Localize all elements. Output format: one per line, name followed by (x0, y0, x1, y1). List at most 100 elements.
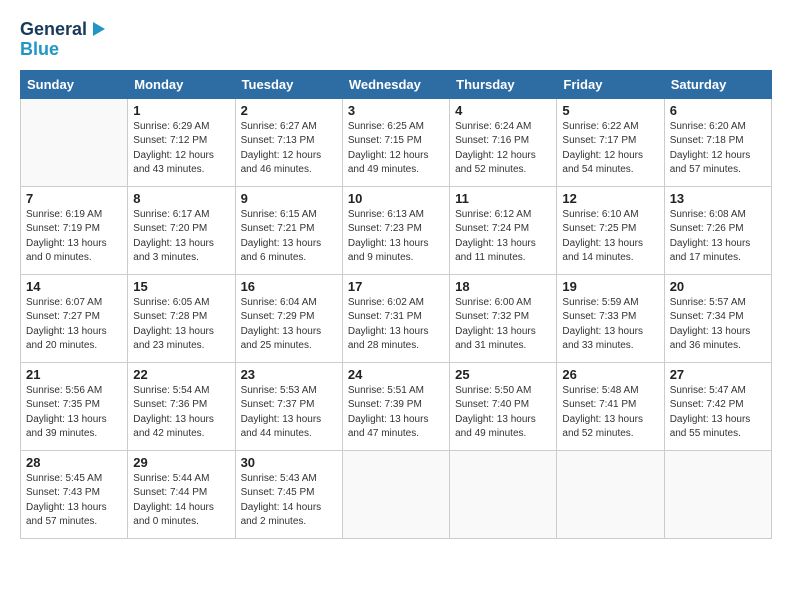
week-row-5: 28Sunrise: 5:45 AMSunset: 7:43 PMDayligh… (21, 450, 772, 538)
day-info: Sunrise: 5:48 AMSunset: 7:41 PMDaylight:… (562, 384, 658, 442)
day-number: 18 (455, 279, 551, 294)
day-info: Sunrise: 6:02 AMSunset: 7:31 PMDaylight:… (348, 296, 444, 354)
day-number: 3 (348, 103, 444, 118)
logo-general: General (20, 20, 87, 40)
page: General Blue SundayMondayTuesdayWednesda… (0, 0, 792, 549)
logo: General Blue (20, 20, 107, 60)
day-info: Sunrise: 6:10 AMSunset: 7:25 PMDaylight:… (562, 208, 658, 266)
day-number: 17 (348, 279, 444, 294)
day-info: Sunrise: 6:13 AMSunset: 7:23 PMDaylight:… (348, 208, 444, 266)
day-info: Sunrise: 5:50 AMSunset: 7:40 PMDaylight:… (455, 384, 551, 442)
calendar-header-friday: Friday (557, 70, 664, 98)
day-number: 30 (241, 455, 337, 470)
logo-blue: Blue (20, 40, 107, 60)
calendar-header-row: SundayMondayTuesdayWednesdayThursdayFrid… (21, 70, 772, 98)
calendar-cell: 5 Sunrise: 6:22 AMSunset: 7:17 PMDaylight… (557, 98, 664, 186)
day-number: 28 (26, 455, 122, 470)
day-info: Sunrise: 5:51 AMSunset: 7:39 PMDaylight:… (348, 384, 444, 442)
day-number: 16 (241, 279, 337, 294)
calendar-cell (664, 450, 771, 538)
day-number: 21 (26, 367, 122, 382)
day-number: 14 (26, 279, 122, 294)
day-number: 5 (562, 103, 658, 118)
calendar-cell: 10 Sunrise: 6:13 AMSunset: 7:23 PMDayligh… (342, 186, 449, 274)
day-info: Sunrise: 6:07 AMSunset: 7:27 PMDaylight:… (26, 296, 122, 354)
day-number: 24 (348, 367, 444, 382)
logo-text: General Blue (20, 20, 107, 60)
day-number: 15 (133, 279, 229, 294)
calendar-cell: 4 Sunrise: 6:24 AMSunset: 7:16 PMDaylight… (450, 98, 557, 186)
day-number: 1 (133, 103, 229, 118)
calendar-cell: 8Sunrise: 6:17 AMSunset: 7:20 PMDaylight… (128, 186, 235, 274)
calendar-cell: 7 Sunrise: 6:19 AMSunset: 7:19 PMDaylight… (21, 186, 128, 274)
calendar-cell: 9 Sunrise: 6:15 AMSunset: 7:21 PMDaylight… (235, 186, 342, 274)
week-row-2: 7 Sunrise: 6:19 AMSunset: 7:19 PMDaylight… (21, 186, 772, 274)
calendar-cell: 1 Sunrise: 6:29 AMSunset: 7:12 PMDaylight… (128, 98, 235, 186)
header: General Blue (20, 20, 772, 60)
day-info: Sunrise: 6:15 AMSunset: 7:21 PMDaylight:… (241, 208, 337, 266)
calendar-cell (342, 450, 449, 538)
day-info: Sunrise: 6:22 AMSunset: 7:17 PMDaylight:… (562, 120, 658, 178)
day-number: 2 (241, 103, 337, 118)
day-number: 19 (562, 279, 658, 294)
calendar-header-saturday: Saturday (664, 70, 771, 98)
calendar-cell: 21 Sunrise: 5:56 AMSunset: 7:35 PMDayligh… (21, 362, 128, 450)
day-info: Sunrise: 6:27 AMSunset: 7:13 PMDaylight:… (241, 120, 337, 178)
day-number: 20 (670, 279, 766, 294)
calendar-cell: 13 Sunrise: 6:08 AMSunset: 7:26 PMDayligh… (664, 186, 771, 274)
calendar-cell: 2 Sunrise: 6:27 AMSunset: 7:13 PMDaylight… (235, 98, 342, 186)
calendar-header-monday: Monday (128, 70, 235, 98)
calendar-cell: 29Sunrise: 5:44 AMSunset: 7:44 PMDayligh… (128, 450, 235, 538)
calendar-cell: 14 Sunrise: 6:07 AMSunset: 7:27 PMDayligh… (21, 274, 128, 362)
day-info: Sunrise: 5:47 AMSunset: 7:42 PMDaylight:… (670, 384, 766, 442)
calendar-cell: 11Sunrise: 6:12 AMSunset: 7:24 PMDayligh… (450, 186, 557, 274)
day-info: Sunrise: 5:53 AMSunset: 7:37 PMDaylight:… (241, 384, 337, 442)
day-info: Sunrise: 6:04 AMSunset: 7:29 PMDaylight:… (241, 296, 337, 354)
day-info: Sunrise: 6:29 AMSunset: 7:12 PMDaylight:… (133, 120, 229, 178)
day-number: 9 (241, 191, 337, 206)
day-number: 10 (348, 191, 444, 206)
day-number: 11 (455, 191, 551, 206)
calendar-cell: 16 Sunrise: 6:04 AMSunset: 7:29 PMDayligh… (235, 274, 342, 362)
calendar-cell (21, 98, 128, 186)
day-info: Sunrise: 5:59 AMSunset: 7:33 PMDaylight:… (562, 296, 658, 354)
calendar-cell: 20 Sunrise: 5:57 AMSunset: 7:34 PMDayligh… (664, 274, 771, 362)
day-info: Sunrise: 6:00 AMSunset: 7:32 PMDaylight:… (455, 296, 551, 354)
day-number: 22 (133, 367, 229, 382)
calendar-cell: 3 Sunrise: 6:25 AMSunset: 7:15 PMDaylight… (342, 98, 449, 186)
day-number: 27 (670, 367, 766, 382)
week-row-3: 14 Sunrise: 6:07 AMSunset: 7:27 PMDayligh… (21, 274, 772, 362)
calendar-header-tuesday: Tuesday (235, 70, 342, 98)
calendar-cell: 24 Sunrise: 5:51 AMSunset: 7:39 PMDayligh… (342, 362, 449, 450)
day-info: Sunrise: 5:57 AMSunset: 7:34 PMDaylight:… (670, 296, 766, 354)
day-info: Sunrise: 5:43 AMSunset: 7:45 PMDaylight:… (241, 472, 337, 530)
day-info: Sunrise: 6:05 AMSunset: 7:28 PMDaylight:… (133, 296, 229, 354)
day-number: 6 (670, 103, 766, 118)
day-number: 7 (26, 191, 122, 206)
day-info: Sunrise: 6:08 AMSunset: 7:26 PMDaylight:… (670, 208, 766, 266)
calendar-cell: 28Sunrise: 5:45 AMSunset: 7:43 PMDayligh… (21, 450, 128, 538)
calendar-cell: 30 Sunrise: 5:43 AMSunset: 7:45 PMDayligh… (235, 450, 342, 538)
calendar-cell: 27 Sunrise: 5:47 AMSunset: 7:42 PMDayligh… (664, 362, 771, 450)
calendar-cell: 23 Sunrise: 5:53 AMSunset: 7:37 PMDayligh… (235, 362, 342, 450)
calendar-table: SundayMondayTuesdayWednesdayThursdayFrid… (20, 70, 772, 539)
day-info: Sunrise: 6:17 AMSunset: 7:20 PMDaylight:… (133, 208, 229, 266)
day-info: Sunrise: 5:56 AMSunset: 7:35 PMDaylight:… (26, 384, 122, 442)
day-number: 13 (670, 191, 766, 206)
calendar-cell: 17 Sunrise: 6:02 AMSunset: 7:31 PMDayligh… (342, 274, 449, 362)
calendar-cell: 26Sunrise: 5:48 AMSunset: 7:41 PMDayligh… (557, 362, 664, 450)
calendar-header-wednesday: Wednesday (342, 70, 449, 98)
day-info: Sunrise: 6:20 AMSunset: 7:18 PMDaylight:… (670, 120, 766, 178)
logo-arrow-icon (89, 20, 107, 38)
day-info: Sunrise: 6:25 AMSunset: 7:15 PMDaylight:… (348, 120, 444, 178)
week-row-1: 1 Sunrise: 6:29 AMSunset: 7:12 PMDaylight… (21, 98, 772, 186)
day-info: Sunrise: 5:54 AMSunset: 7:36 PMDaylight:… (133, 384, 229, 442)
day-info: Sunrise: 6:19 AMSunset: 7:19 PMDaylight:… (26, 208, 122, 266)
calendar-cell: 6 Sunrise: 6:20 AMSunset: 7:18 PMDaylight… (664, 98, 771, 186)
day-number: 4 (455, 103, 551, 118)
day-info: Sunrise: 6:24 AMSunset: 7:16 PMDaylight:… (455, 120, 551, 178)
day-info: Sunrise: 5:44 AMSunset: 7:44 PMDaylight:… (133, 472, 229, 530)
calendar-cell: 12Sunrise: 6:10 AMSunset: 7:25 PMDayligh… (557, 186, 664, 274)
day-number: 23 (241, 367, 337, 382)
day-number: 25 (455, 367, 551, 382)
